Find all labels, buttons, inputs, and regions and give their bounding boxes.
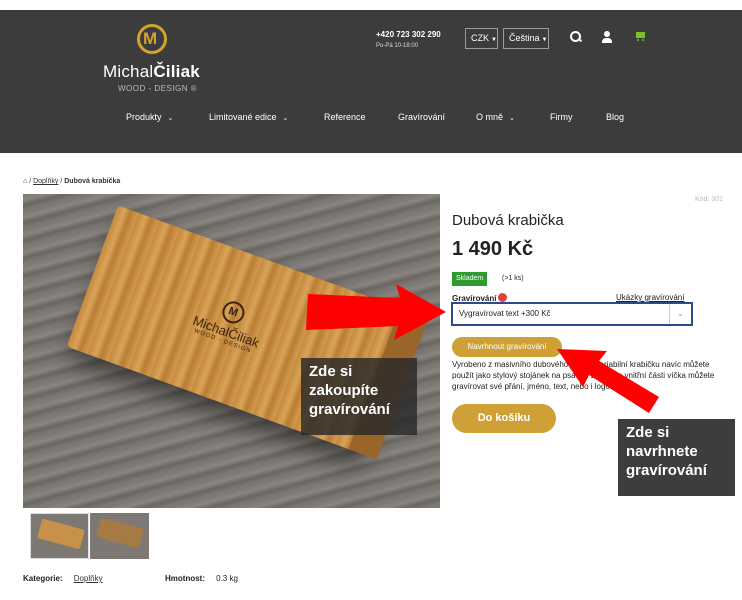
product-price: 1 490 Kč (452, 238, 534, 260)
stock-badge: Skladem (452, 272, 488, 286)
engraving-select[interactable]: Vygravírovat text +300 Kč ⌄ (451, 302, 693, 326)
main-nav: Produkty ⌄ Limitované edice ⌄ Reference Gr… (0, 112, 742, 128)
logo-first: Michal (103, 62, 154, 81)
site-header: M MichalČiliak WOOD - DESIGN ® +420 723 … (0, 10, 742, 153)
chevron-down-icon: ▼ (541, 37, 548, 43)
nav-item-produkty[interactable]: Produkty ⌄ (126, 112, 173, 122)
box-engraving: M MichalČiliak WOOD - DESIGN (189, 290, 270, 356)
nav-label: O mně (476, 112, 504, 122)
logo-subtitle: WOOD - DESIGN ® (118, 84, 198, 93)
meta-category-link[interactable]: Doplňky (74, 574, 103, 583)
nav-label: Produkty (126, 112, 162, 122)
home-icon[interactable]: ⌂ (23, 178, 27, 185)
search-icon[interactable] (569, 30, 583, 44)
language-value: Čeština (509, 33, 540, 43)
phone-number[interactable]: +420 723 302 290 (376, 30, 441, 39)
design-engraving-button[interactable]: Navrhnout gravírování (452, 337, 562, 357)
logo-last: Čiliak (153, 62, 200, 81)
nav-label: Gravírování (398, 112, 446, 122)
chevron-down-icon: ⌄ (669, 304, 691, 324)
chevron-down-icon: ⌄ (509, 115, 515, 122)
chevron-down-icon: ⌄ (167, 115, 174, 122)
breadcrumb-link-category[interactable]: Doplňky (33, 178, 58, 185)
meta-category-label: Kategorie: (23, 574, 63, 583)
thumbnail-1[interactable] (30, 513, 89, 559)
annotation-design-engraving: Zde si navrhnete gravírování (618, 419, 735, 496)
thumbnail-box (96, 517, 144, 549)
breadcrumb: ⌂ / Doplňky / Dubová krabička (23, 178, 120, 185)
currency-value: CZK (471, 33, 489, 43)
breadcrumb-separator: / (60, 178, 63, 185)
nav-label: Reference (324, 112, 366, 122)
logo-mark-letter: M (143, 29, 158, 48)
product-title: Dubová krabička (452, 212, 564, 229)
engraving-select-value: Vygravírovat text +300 Kč (459, 309, 551, 318)
annotation-arrow-right (306, 284, 446, 340)
annotation-arrow-left (557, 349, 659, 413)
nav-label: Limitované edice (209, 112, 277, 122)
meta-weight-label: Hmotnost: (165, 574, 205, 583)
chevron-down-icon: ▼ (491, 37, 497, 43)
logo-name[interactable]: MichalČiliak (103, 62, 200, 82)
cart-icon[interactable] (634, 30, 648, 44)
currency-select[interactable]: CZK ▼ (465, 28, 498, 49)
info-icon[interactable] (498, 293, 508, 302)
chevron-down-icon: ⌄ (282, 115, 289, 122)
engraving-samples-link[interactable]: Ukázky gravírování (616, 293, 684, 302)
logo-icon[interactable]: M (137, 24, 167, 54)
meta-category: Kategorie: Doplňky (23, 574, 103, 583)
opening-hours: Po-Pá 10-18:00 (376, 43, 419, 49)
product-code: Kód: 301 (695, 196, 724, 203)
add-to-cart-button[interactable]: Do košíku (452, 404, 556, 433)
product-main-image[interactable]: M MichalČiliak WOOD - DESIGN (23, 194, 440, 508)
nav-label: Blog (606, 112, 625, 122)
language-select[interactable]: Čeština ▼ (503, 28, 549, 49)
nav-item-firmy[interactable]: Firmy (550, 112, 573, 122)
nav-label: Firmy (550, 112, 573, 122)
user-icon[interactable] (600, 30, 614, 44)
breadcrumb-current: Dubová krabička (64, 178, 121, 185)
annotation-buy-engraving: Zde si zakoupíte gravírování (301, 358, 417, 435)
top-strip (0, 0, 742, 10)
nav-item-gravirovani[interactable]: Gravírování (398, 112, 445, 122)
nav-item-blog[interactable]: Blog (606, 112, 624, 122)
nav-item-limitovane-edice[interactable]: Limitované edice ⌄ (209, 112, 288, 122)
nav-item-o-mne[interactable]: O mně ⌄ (476, 112, 515, 122)
meta-weight: Hmotnost: 0.3 kg (165, 574, 238, 583)
breadcrumb-separator: / (29, 178, 32, 185)
stock-count: (>1 ks) (502, 275, 524, 282)
nav-item-reference[interactable]: Reference (324, 112, 366, 122)
meta-weight-value: 0.3 kg (216, 574, 238, 583)
thumbnail-2[interactable] (90, 513, 149, 559)
thumbnail-box (37, 518, 85, 550)
